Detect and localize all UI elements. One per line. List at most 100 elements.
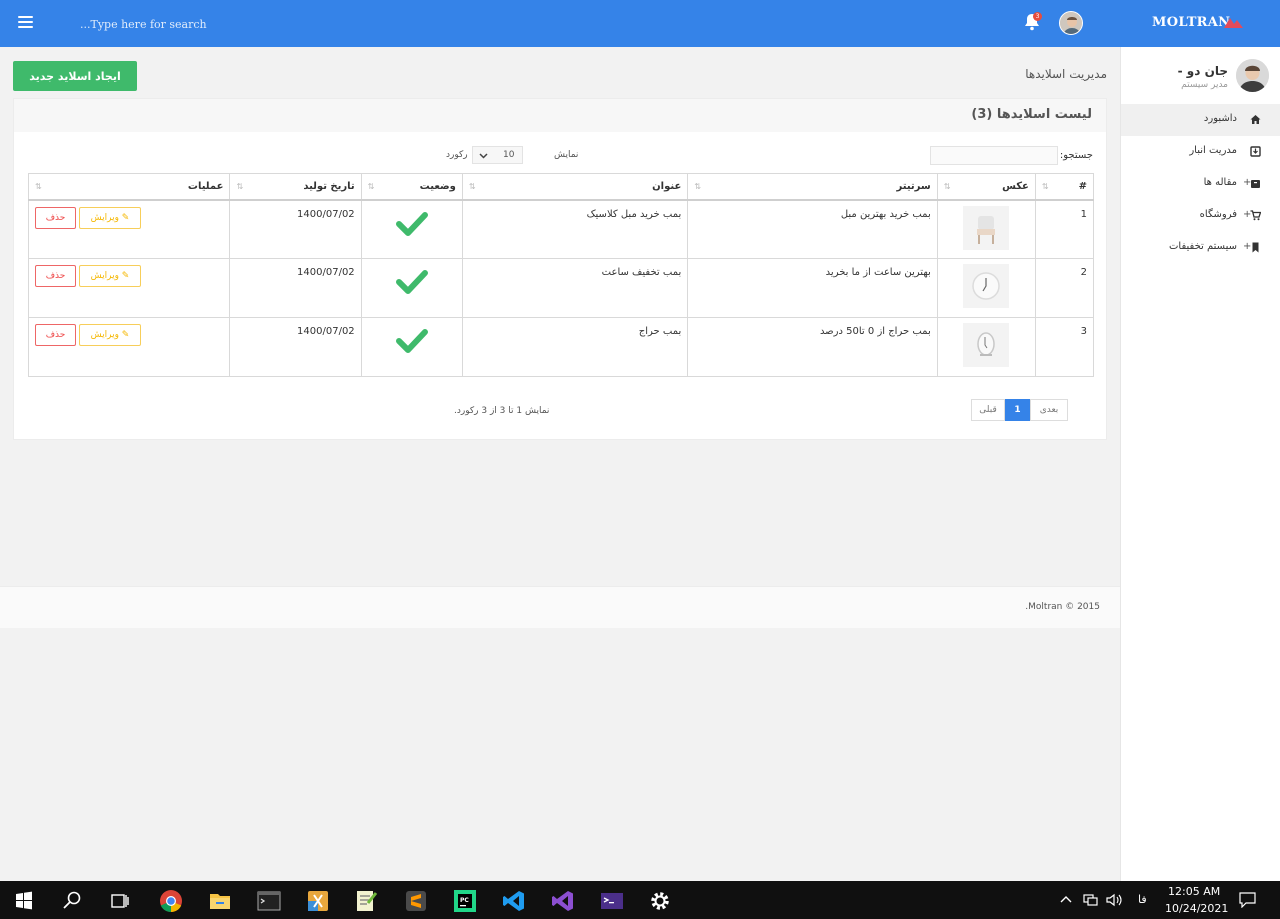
row-operations: ✎ ویرایش حذف [35,206,223,233]
column-header-title[interactable]: عنوان ⇅ [461,173,689,201]
sort-icon: ⇅ [1041,182,1049,191]
terminal-icon[interactable] [257,889,281,913]
vscode-icon[interactable] [502,889,526,913]
length-records-label: رکورد [446,150,468,160]
sort-icon: ⇅ [236,182,244,191]
search-input[interactable] [80,14,380,34]
footer: Moltran © 2015. [0,586,1120,628]
notification-badge: 3 [1033,12,1042,21]
pycharm-icon[interactable]: PC [453,889,477,913]
sort-icon: ⇅ [468,182,476,191]
table-row: 3 بمب حراج از 0 تا50 درصد بمب حراج 1400/… [27,317,1095,377]
svg-text:PC: PC [460,897,469,904]
page-length-select[interactable]: 10 [472,146,523,164]
file-explorer-icon[interactable] [208,889,232,913]
expand-indicator: + [1243,209,1252,220]
delete-button[interactable]: حذف [35,265,76,287]
network-icon[interactable] [1083,893,1099,907]
length-show-label: نمایش [554,150,579,160]
check-icon [395,270,428,294]
visual-studio-icon[interactable] [551,889,575,913]
sort-icon: ⇅ [35,182,42,191]
notifications-icon[interactable] [1239,892,1256,908]
edit-button[interactable]: ✎ ویرایش [79,206,141,229]
windows-taskbar: PC فا 12:05 AM 10/24/2021 [0,881,1280,919]
column-header-date[interactable]: تاریخ تولید ⇅ [229,173,362,201]
clock-time[interactable]: 12:05 AM [1168,885,1220,898]
row-title: بمب خرید مبل کلاسیک [461,199,689,259]
sort-icon: ⇅ [367,182,375,191]
page-title: مدیریت اسلایدها [1025,67,1107,81]
archive-icon [1251,180,1260,188]
row-operations: ✎ ویرایش حذف [35,265,223,291]
sublime-icon[interactable] [404,889,428,913]
sidebar-item-discounts[interactable]: سیستم تخفیفات + [1121,232,1280,264]
chevron-up-icon[interactable] [1060,894,1072,904]
row-date: 1400/07/02 [229,258,362,318]
chevron-down-icon [479,153,488,159]
column-header-operations[interactable]: عملیات ⇅ [27,173,231,201]
clock-date[interactable]: 10/24/2021 [1165,902,1228,915]
column-header-number[interactable]: # ⇅ [1034,173,1095,201]
cart-icon [1250,210,1261,221]
pagination-previous[interactable]: قبلی [971,399,1005,421]
row-number: 3 [1034,317,1095,377]
hamburger-menu-icon[interactable] [18,16,33,29]
pagination-page-1[interactable]: 1 [1005,399,1030,421]
xampp-icon[interactable] [306,889,330,913]
create-slide-button[interactable]: ایجاد اسلاید جدید [13,61,137,91]
volume-icon[interactable] [1106,893,1123,907]
table-info: نمایش 1 تا 3 از 3 رکورد. [454,406,550,416]
footer-copyright: Moltran © 2015. [1025,602,1100,612]
row-operations: ✎ ویرایش حذف [35,324,223,350]
slide-thumbnail[interactable] [963,205,1010,250]
chrome-icon[interactable] [159,889,183,913]
sort-icon: ⇅ [943,182,951,191]
profile-avatar[interactable] [1236,59,1269,92]
top-bar: 3 MOLTRAN [0,0,1280,47]
row-title: بمب تخفیف ساعت [461,258,689,318]
brand-logo-icon [1224,18,1243,28]
slide-thumbnail[interactable] [963,323,1010,367]
task-view-icon[interactable] [108,889,132,913]
filter-label: جستجو: [1059,150,1093,161]
row-headline: بمب خرید بهترین مبل [687,199,938,259]
column-header-image[interactable]: عکس ⇅ [936,173,1036,201]
column-header-status[interactable]: وضعیت ⇅ [360,173,463,201]
settings-icon[interactable] [648,889,672,913]
edit-button[interactable]: ✎ ویرایش [79,265,141,287]
sort-icon: ⇅ [694,182,701,191]
sidebar-item-articles[interactable]: مقاله ها + [1121,168,1280,200]
input-language[interactable]: فا [1138,893,1147,906]
brand-name[interactable]: MOLTRAN [1152,15,1230,30]
avatar[interactable] [1059,11,1083,35]
table-header-row: # ⇅ عکس ⇅ سرتیتر ⇅ عنوان ⇅ وضعیت ⇅ تاریخ تولی… [27,173,1095,201]
column-header-headline[interactable]: سرتیتر ⇅ [687,173,938,201]
notepad-plus-icon[interactable] [354,889,378,913]
panel-title: لیست اسلایدها (3) [971,107,1092,122]
home-icon [1250,115,1261,124]
sidebar-item-dashboard[interactable]: داشبورد [1121,104,1280,136]
bookmark-icon [1252,242,1259,253]
powershell-icon[interactable] [600,889,624,913]
expand-indicator: + [1243,241,1252,252]
delete-button[interactable]: حذف [35,324,76,346]
search-icon[interactable] [60,889,84,913]
table-filter-input[interactable] [930,146,1058,165]
check-icon [395,329,428,353]
windows-start-icon[interactable] [12,889,36,913]
user-role: مدیر سیستم [1181,80,1228,90]
user-name[interactable]: جان دو - [1178,64,1228,78]
pagination-next[interactable]: بعدی [1030,399,1068,421]
sidebar: جان دو - مدیر سیستم داشبورد مدریت انبار … [1120,47,1280,881]
edit-button[interactable]: ✎ ویرایش [79,324,141,346]
sidebar-item-inventory[interactable]: مدریت انبار [1121,136,1280,168]
slides-panel: لیست اسلایدها (3) جستجو: نمایش 10 رکورد … [13,98,1107,440]
slide-thumbnail[interactable] [963,264,1010,308]
row-date: 1400/07/02 [229,199,362,259]
sidebar-item-shop[interactable]: فروشگاه + [1121,200,1280,232]
delete-button[interactable]: حذف [35,206,76,229]
sidebar-menu: داشبورد مدریت انبار مقاله ها + فروشگاه +… [1121,104,1280,264]
row-title: بمب حراج [461,317,689,377]
row-headline: بهترین ساعت از ما بخرید [687,258,938,318]
